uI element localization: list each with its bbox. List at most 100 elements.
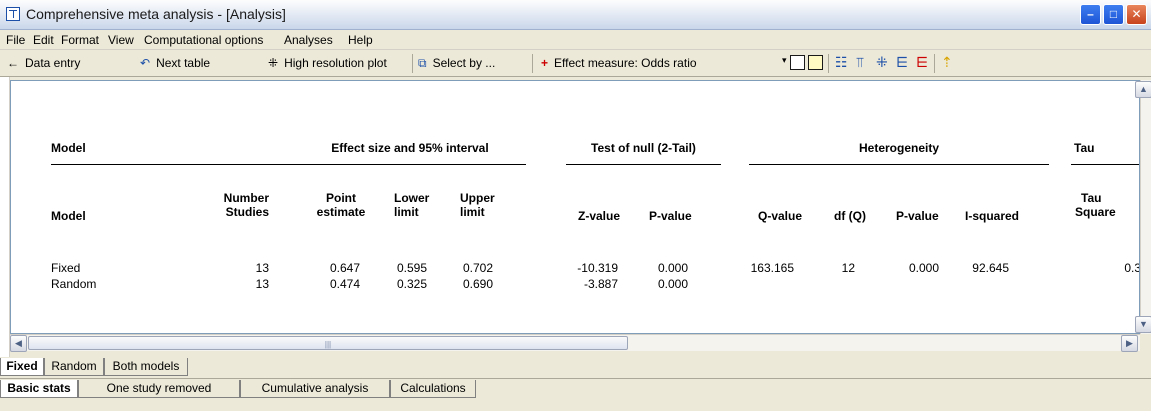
menu-analyses[interactable]: Analyses <box>284 33 333 47</box>
close-button[interactable]: ✕ <box>1126 4 1147 25</box>
select-by-label: Select by ... <box>432 56 496 70</box>
maximize-button[interactable]: □ <box>1103 4 1124 25</box>
col-header-p-het: P-value <box>896 209 939 223</box>
model-tab-strip: Fixed Random Both models <box>0 357 1151 377</box>
menu-edit[interactable]: Edit <box>33 33 54 47</box>
view-tab-strip: Basic stats One study removed Cumulative… <box>0 378 1151 399</box>
col-header-q: Q-value <box>758 209 803 223</box>
plus-icon: + <box>541 56 549 70</box>
col-header-z: Z-value <box>578 209 621 223</box>
col-header-lower-limit: limit <box>394 205 419 219</box>
menu-computational-options[interactable]: Computational options <box>144 33 263 47</box>
select-by-button[interactable]: ⧉ Select by ... <box>418 56 495 71</box>
effect-measure-button[interactable]: + Effect measure: Odds ratio <box>541 56 697 70</box>
analysis-table: Model Effect size and 95% interval Test … <box>10 80 1140 334</box>
app-icon <box>6 7 20 21</box>
group-header-effect: Effect size and 95% interval <box>331 141 489 155</box>
menu-file[interactable]: File <box>6 33 25 47</box>
scroll-down-button[interactable]: ▼ <box>1135 316 1151 333</box>
high-resolution-plot-button[interactable]: ⁜ High resolution plot <box>268 56 387 70</box>
data-entry-label: Data entry <box>25 56 81 70</box>
left-margin <box>0 77 10 357</box>
effect-measure-label: Effect measure: Odds ratio <box>554 56 697 70</box>
tab-cumulative-analysis[interactable]: Cumulative analysis <box>240 380 390 398</box>
row-z: -3.887 <box>583 277 618 291</box>
row-z: -10.319 <box>577 261 618 275</box>
row-p: 0.000 <box>657 277 688 291</box>
dropdown-arrow-icon[interactable]: ▾ <box>782 55 787 66</box>
row-model: Fixed <box>51 261 81 275</box>
horizontal-scroll-thumb[interactable]: ||| <box>28 336 628 350</box>
col-header-tau-square: Square <box>1075 205 1116 219</box>
row-lower: 0.595 <box>396 261 427 275</box>
col-header-number: Number <box>223 191 269 205</box>
group-header-heterogeneity: Heterogeneity <box>858 141 940 155</box>
row-p: 0.000 <box>657 261 688 275</box>
menu-help[interactable]: Help <box>348 33 373 47</box>
col-header-studies: Studies <box>225 205 269 219</box>
col-header-lower: Lower <box>394 191 430 205</box>
tab-calculations[interactable]: Calculations <box>390 380 476 398</box>
tab-one-study-removed[interactable]: One study removed <box>78 380 240 398</box>
help-pointer-icon[interactable]: ⇡ <box>941 54 953 71</box>
select-icon: ⧉ <box>418 56 427 70</box>
columns-icon[interactable]: ☷ <box>835 54 848 71</box>
data-entry-button[interactable]: ← Data entry <box>7 56 80 70</box>
menu-view[interactable]: View <box>108 33 134 47</box>
col-header-model: Model <box>51 209 86 223</box>
decimals-icon[interactable]: ⫪ <box>856 54 864 71</box>
tab-both-models[interactable]: Both models <box>104 358 188 376</box>
col-header-upper: Upper <box>460 191 495 205</box>
group-header-null: Test of null (2-Tail) <box>591 141 696 155</box>
plot-settings-icon[interactable]: ⁜ <box>876 54 888 71</box>
toolbar: ← Data entry ↶ Next table ⁜ High resolution… <box>0 50 1151 77</box>
row-point: 0.647 <box>329 261 360 275</box>
grip-icon: ||| <box>324 340 332 349</box>
toolbar-separator <box>412 54 413 73</box>
col-header-i-squared: I-squared <box>965 209 1020 223</box>
row-model: Random <box>51 277 97 291</box>
scroll-right-button[interactable]: ▶ <box>1121 335 1138 352</box>
scroll-left-button[interactable]: ◀ <box>10 335 27 352</box>
scroll-up-button[interactable]: ▲ <box>1135 81 1151 98</box>
col-header-dfq: df (Q) <box>834 209 866 223</box>
minimize-button[interactable]: – <box>1080 4 1101 25</box>
vertical-scrollbar[interactable]: ▲ ▼ <box>1135 80 1151 334</box>
next-table-icon: ↶ <box>140 56 151 70</box>
forest-icon[interactable]: ⋿ <box>896 54 908 71</box>
row-i-squared: 92.645 <box>972 261 1009 275</box>
tab-random[interactable]: Random <box>44 358 104 376</box>
window-title: Comprehensive meta analysis - [Analysis] <box>26 6 286 22</box>
row-point: 0.474 <box>329 277 360 291</box>
row-n-studies: 13 <box>255 261 269 275</box>
row-p-het: 0.000 <box>908 261 939 275</box>
highlight-icon[interactable] <box>808 55 823 70</box>
title-bar: Comprehensive meta analysis - [Analysis]… <box>0 0 1151 30</box>
forest-red-icon[interactable]: ⋿ <box>916 54 928 71</box>
tab-basic-stats[interactable]: Basic stats <box>0 380 78 398</box>
plot-icon: ⁜ <box>268 56 279 70</box>
col-header-tau: Tau <box>1081 191 1102 205</box>
toolbar-separator <box>934 54 935 73</box>
row-lower: 0.325 <box>396 277 427 291</box>
row-upper: 0.690 <box>462 277 493 291</box>
header-rule <box>51 164 526 165</box>
next-table-label: Next table <box>156 56 211 70</box>
header-rule <box>1071 164 1139 165</box>
toolbar-separator <box>532 54 533 73</box>
high-res-label: High resolution plot <box>284 56 387 70</box>
horizontal-scrollbar[interactable]: ◀ ||| ▶ <box>10 334 1140 352</box>
row-q: 163.165 <box>750 261 794 275</box>
group-header-tau: Tau <box>1074 141 1095 155</box>
group-header-model: Model <box>51 141 86 155</box>
col-header-point: Point <box>326 191 356 205</box>
menu-format[interactable]: Format <box>61 33 99 47</box>
row-upper: 0.702 <box>462 261 493 275</box>
list-view-icon[interactable] <box>790 55 805 70</box>
tab-fixed[interactable]: Fixed <box>0 358 44 376</box>
arrow-left-icon: ← <box>7 56 19 70</box>
toolbar-separator <box>828 54 829 73</box>
next-table-button[interactable]: ↶ Next table <box>140 56 210 70</box>
row-dfq: 12 <box>841 261 855 275</box>
col-header-p: P-value <box>649 209 692 223</box>
